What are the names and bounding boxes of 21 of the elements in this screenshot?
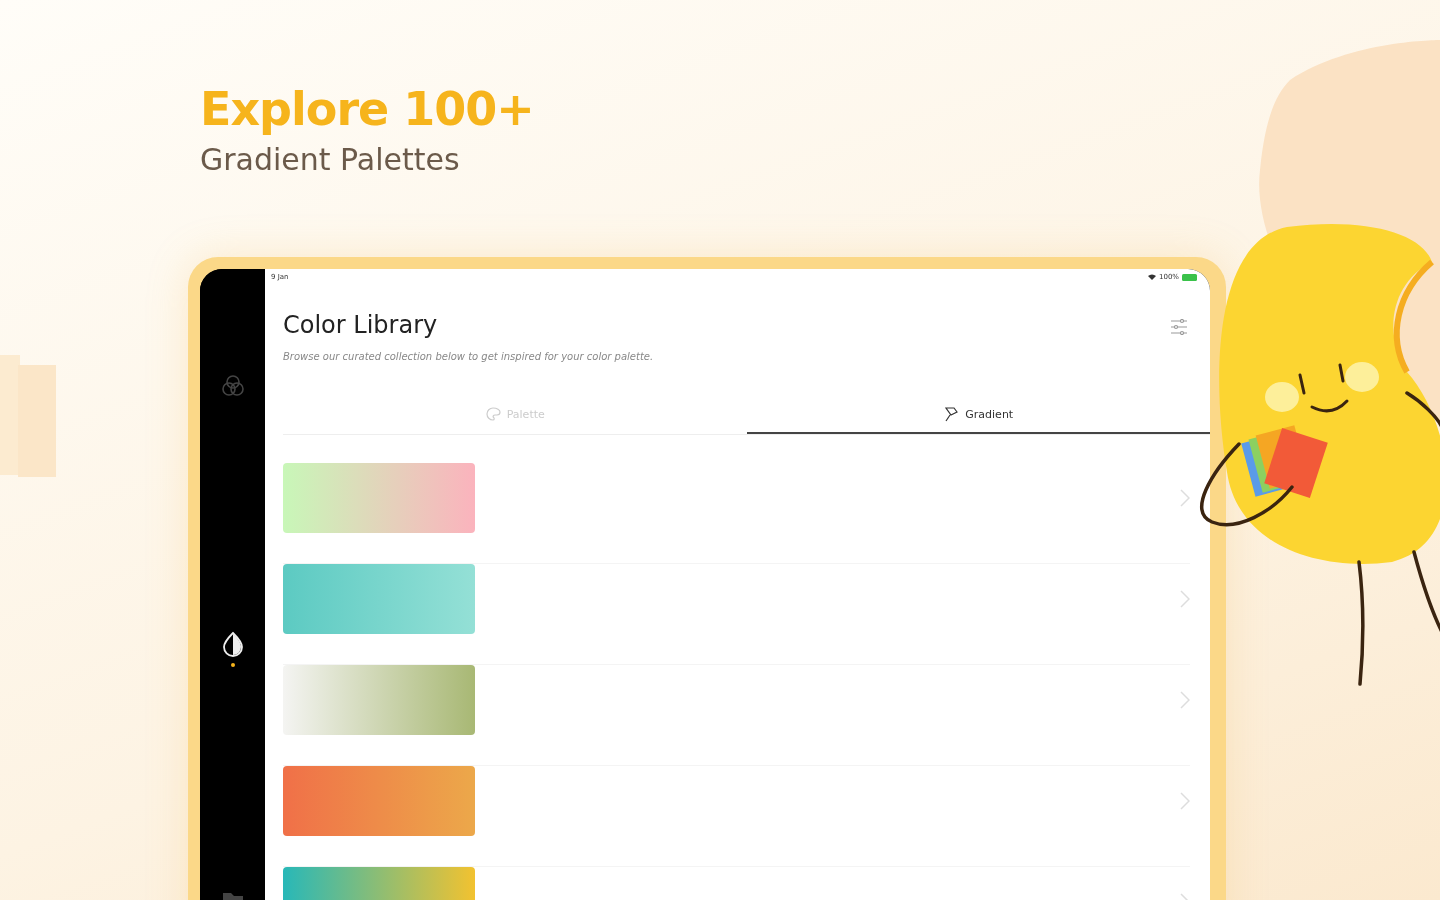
- page-description: Browse our curated collection below to get inspired for your color palette.: [283, 351, 654, 362]
- sliders-icon: [1170, 319, 1188, 335]
- gradient-row[interactable]: [283, 766, 1190, 867]
- chevron-icon: [1180, 590, 1190, 608]
- headline-subtitle: Gradient Palettes: [200, 142, 460, 177]
- headline-title: Explore 100+: [200, 82, 534, 136]
- chevron-icon: [1180, 792, 1190, 810]
- gradient-row[interactable]: [283, 665, 1190, 766]
- chevron-icon: [1180, 489, 1190, 507]
- gradient-row[interactable]: [283, 564, 1190, 665]
- page-title: Color Library: [283, 311, 439, 339]
- gradient-row[interactable]: [283, 463, 1190, 564]
- tab[interactable]: Gradient: [746, 398, 1210, 434]
- brush-icon: [943, 406, 960, 422]
- battery-icon: [1182, 273, 1198, 281]
- chevron-icon: [1180, 691, 1190, 709]
- wifi-icon: [1148, 274, 1156, 280]
- filter-button[interactable]: [1168, 317, 1190, 337]
- drop-icon: [220, 631, 245, 657]
- circles-icon: [219, 373, 246, 399]
- palette-icon: [484, 407, 501, 421]
